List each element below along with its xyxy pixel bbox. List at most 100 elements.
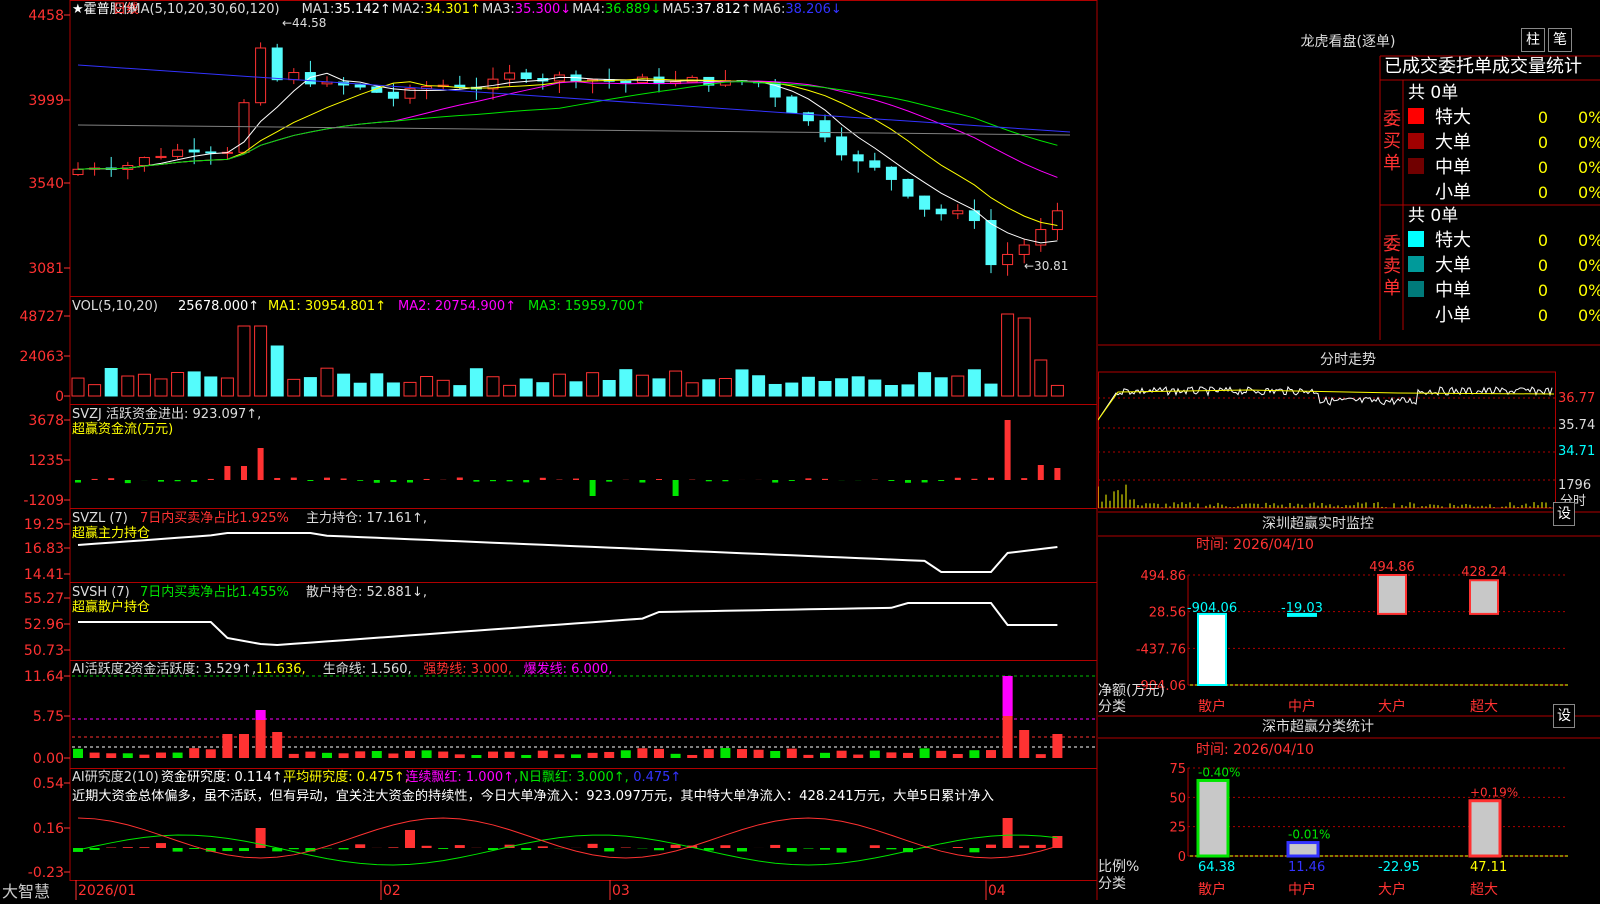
y-tick-label: 11.64 [24, 669, 64, 685]
category-time: 时间: 2026/04/10 [1196, 742, 1314, 758]
flow-bar [224, 466, 230, 480]
activity-bar [853, 755, 863, 758]
ma-name: MA6: [753, 2, 786, 17]
flow-bar [291, 478, 297, 480]
ma60-line [78, 125, 1070, 135]
y-tick-label: 0.00 [33, 751, 64, 767]
sell-row-name: 小单 [1435, 305, 1471, 326]
sell-row-swatch [1408, 256, 1424, 272]
realtime-value-label: 428.24 [1461, 565, 1507, 580]
flow-bar [241, 466, 247, 480]
research-bar [1019, 845, 1029, 848]
research-bar [953, 847, 963, 848]
right-panel: 龙虎看盘(逐单)已成交委托单成交量统计委买单委卖单共 0单共 0单特大00%大单… [1098, 0, 1600, 900]
volume-bar [304, 378, 316, 396]
research-bar [173, 848, 183, 852]
flow-bar [540, 478, 546, 480]
flow-bar [523, 480, 529, 482]
svsh-text2: 散户持仓: 52.881↓, [306, 584, 427, 600]
research-bar [737, 848, 747, 851]
realtime-title: 深圳超赢实时监控 [1262, 515, 1374, 532]
activity-bar [239, 734, 249, 758]
activity-peak [1003, 676, 1013, 716]
activity-bar [355, 751, 365, 758]
volume-bar [371, 374, 383, 396]
volume-bar [603, 381, 615, 396]
panel-frame [70, 769, 1097, 881]
svzl-text2: 主力持仓: 17.161↑, [306, 511, 427, 526]
buy-row-name: 大单 [1435, 132, 1471, 153]
activity-bar [471, 755, 481, 758]
realtime-settings-button[interactable]: 设 [1553, 502, 1575, 526]
sell-row-pct: 0% [1578, 281, 1600, 300]
research-bar [654, 848, 664, 850]
research-bar [870, 845, 880, 848]
activity-bar [621, 750, 631, 758]
candle [886, 167, 896, 179]
flow-bar [971, 479, 977, 480]
flow-bar [1054, 468, 1060, 480]
research-bar [820, 848, 830, 850]
sell-label: 单 [1383, 278, 1401, 299]
activity-bar [986, 750, 996, 758]
category-category: 大户 [1378, 881, 1406, 898]
buy-row-name: 中单 [1435, 157, 1471, 178]
activity-bar [372, 751, 382, 758]
candle [388, 92, 398, 98]
high-price-label: ←44.58 [282, 16, 326, 30]
candle [305, 73, 315, 84]
flow-bar [789, 480, 795, 481]
tick-view-button[interactable]: 笔 [1548, 28, 1572, 52]
flow-bar [905, 480, 911, 483]
category-ytick: 0 [1178, 850, 1186, 865]
x-tick-label: 03 [612, 883, 630, 899]
ai-header: 爆发线: 6.000, [524, 661, 613, 677]
activity-bar [920, 748, 930, 758]
volume-bar [952, 376, 964, 396]
intraday-ytick: 35.74 [1558, 418, 1595, 433]
realtime-ytick: 494.86 [1141, 569, 1187, 584]
activity-bar [870, 751, 880, 758]
category-settings-button[interactable]: 设 [1553, 704, 1575, 728]
activity-bar [820, 753, 830, 758]
candle [787, 97, 797, 113]
activity-bar [803, 755, 813, 758]
flow-bar [805, 478, 811, 480]
research-bar [355, 844, 365, 848]
flow-bar [390, 480, 396, 482]
research-bar [671, 845, 681, 848]
activity-bar [272, 732, 282, 758]
volume-bar [122, 376, 134, 396]
svzl-line [78, 533, 1057, 572]
column-view-button[interactable]: 柱 [1521, 28, 1545, 52]
flow-bar [374, 480, 380, 483]
buy-row-value: 0 [1538, 108, 1548, 127]
flow-bar [590, 480, 596, 496]
volume-bar [670, 371, 682, 396]
flow-bar [888, 480, 894, 481]
volume-bar [570, 382, 582, 396]
research-bar [1003, 818, 1013, 848]
ma-label: MA(5,10,20,30,60,120) [129, 2, 279, 17]
research-bar [886, 848, 896, 849]
research-header: 平均研究度: 0.475↑, [283, 769, 409, 785]
sell-row-name: 特大 [1435, 230, 1471, 251]
low-price-label: ←30.81 [1024, 259, 1068, 273]
y-tick-label: 1235 [28, 453, 64, 469]
vol-header: VOL(5,10,20) [72, 299, 158, 314]
category-ytick: 50 [1169, 791, 1186, 806]
kline-chart[interactable]: ★霍普股份日线MA(5,10,20,30,60,120)MA1:35.142↑M… [0, 0, 1098, 900]
flow-bar [324, 478, 330, 480]
sell-row-pct: 0% [1578, 306, 1600, 325]
sell-row-name: 大单 [1435, 255, 1471, 276]
volume-bar [836, 379, 848, 396]
realtime-bar [1470, 580, 1498, 614]
research-bar [1036, 845, 1046, 848]
svsh-line [78, 603, 1057, 645]
flow-bar [307, 480, 313, 481]
ma-name: MA2: [392, 2, 425, 17]
research-bar [156, 843, 166, 848]
ma20-line [78, 81, 1057, 177]
main-chart-area[interactable]: ★霍普股份日线MA(5,10,20,30,60,120)MA1:35.142↑M… [0, 0, 1098, 900]
volume-bar [553, 374, 565, 396]
